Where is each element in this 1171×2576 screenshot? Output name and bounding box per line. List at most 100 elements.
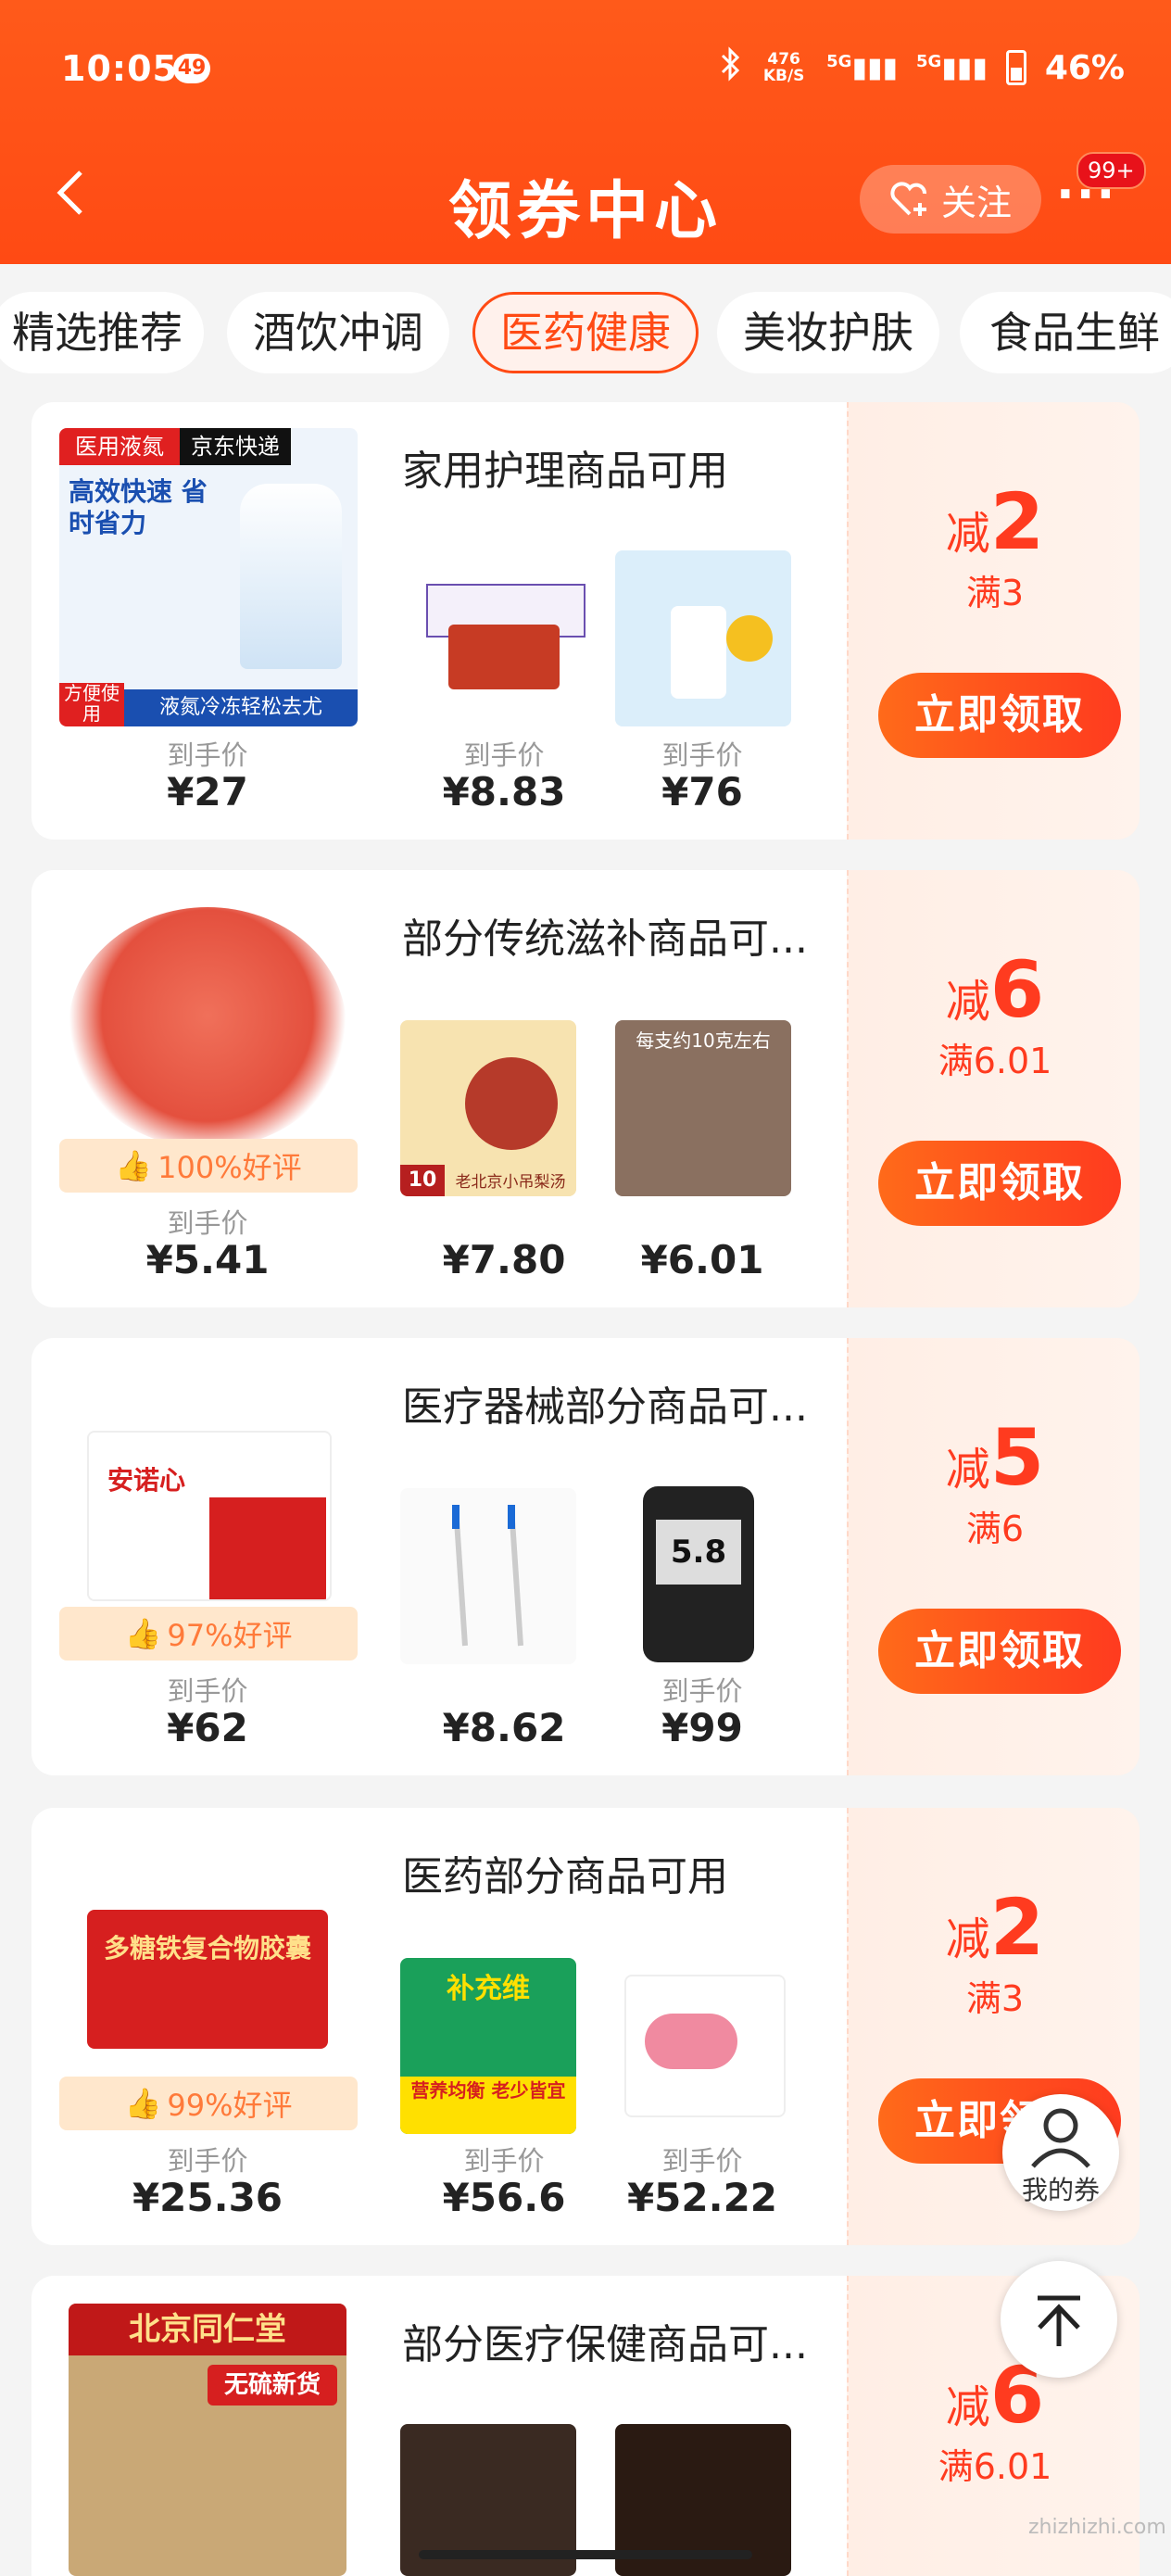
blister-pack-shape bbox=[448, 625, 560, 689]
price-label: 到手价 bbox=[167, 739, 248, 771]
product-image[interactable] bbox=[615, 550, 791, 726]
product-shape bbox=[465, 1057, 558, 1150]
product-image[interactable]: 10包 老北京小吊梨汤 bbox=[400, 1020, 576, 1196]
tab-jingxuan[interactable]: 精选推荐 bbox=[0, 292, 204, 373]
price-label: 到手价 bbox=[463, 739, 545, 771]
status-indicators: 476 KB/S 5G▮▮▮ 5G▮▮▮ 46% bbox=[719, 44, 1125, 91]
product-image[interactable]: 多糖铁复合物胶囊 bbox=[87, 1910, 328, 2049]
arrow-up-icon bbox=[1038, 2295, 1080, 2346]
nav-bar: 领券中心 关注 ··· 99+ bbox=[0, 139, 1171, 259]
price-label: 到手价 bbox=[463, 2145, 545, 2177]
product-name: 多糖铁复合物胶囊 bbox=[103, 1933, 311, 1964]
coupon-card[interactable]: 北京同仁堂 无硫新货 部分医疗保健商品可... 减6 满6.01 bbox=[31, 2276, 1140, 2576]
price-label: 到手价 bbox=[661, 739, 743, 771]
price-label: 到手价 bbox=[167, 1207, 248, 1239]
coupon-title: 部分传统滋补商品可... bbox=[402, 915, 808, 963]
tab-shipin[interactable]: 食品生鲜 bbox=[960, 292, 1171, 373]
product-price: ¥56.6 bbox=[442, 2175, 566, 2220]
discount-amount: 减5 bbox=[945, 1412, 1045, 1503]
tab-meizhuang[interactable]: 美妆护肤 bbox=[717, 292, 939, 373]
product-price: ¥27 bbox=[167, 769, 248, 814]
discount-condition: 满3 bbox=[965, 573, 1025, 613]
product-shape bbox=[645, 2014, 737, 2069]
coupon-card[interactable]: 👍100%好评 部分传统滋补商品可... 10包 老北京小吊梨汤 每支约10克左… bbox=[31, 870, 1140, 1307]
rating-badge: 👍 99%好评 bbox=[59, 2077, 358, 2130]
product-image[interactable] bbox=[69, 907, 346, 1148]
bluetooth-icon bbox=[719, 45, 741, 90]
coupon-products: 安诺心 👍 97%好评 医疗器械部分商品可... 5.8 到手价 ¥62 ¥8.6… bbox=[31, 1338, 847, 1775]
box-shape bbox=[209, 1497, 326, 1599]
claim-button[interactable]: 立即领取 bbox=[878, 1141, 1121, 1226]
product-image[interactable]: 北京同仁堂 无硫新货 bbox=[69, 2304, 346, 2576]
coupon-products: 医用液氮 京东快递 高效快速 省时省力 方便使用 液氮冷冻轻松去尤 家用护理商品… bbox=[31, 402, 847, 840]
battery-percent: 46% bbox=[1044, 48, 1125, 87]
price-label: 到手价 bbox=[167, 1675, 248, 1707]
tab-jiuyin[interactable]: 酒饮冲调 bbox=[227, 292, 449, 373]
user-icon bbox=[1031, 2108, 1090, 2168]
status-bar: 10:05 49 476 KB/S 5G▮▮▮ 5G▮▮▮ 46% bbox=[0, 0, 1171, 139]
claim-button[interactable]: 立即领取 bbox=[878, 1609, 1121, 1694]
coupon-title: 部分医疗保健商品可... bbox=[402, 2321, 808, 2368]
coupon-products: 北京同仁堂 无硫新货 部分医疗保健商品可... bbox=[31, 2276, 847, 2576]
follow-button[interactable]: 关注 bbox=[860, 165, 1041, 234]
coupon-products: 多糖铁复合物胶囊 👍 99%好评 医药部分商品可用 补充维 营养均衡 老少皆宜 到… bbox=[31, 1808, 847, 2245]
coupon-card[interactable]: 安诺心 👍 97%好评 医疗器械部分商品可... 5.8 到手价 ¥62 ¥8.6… bbox=[31, 1338, 1140, 1775]
product-brand: 北京同仁堂 bbox=[69, 2304, 346, 2355]
product-tag: 京东快递 bbox=[180, 428, 291, 465]
flower-shape bbox=[726, 615, 773, 662]
product-brand: 安诺心 bbox=[107, 1465, 186, 1496]
product-headline: 补充维 bbox=[447, 1973, 530, 2005]
product-price: ¥25.36 bbox=[132, 2175, 283, 2220]
product-banner: 液氮冷冻轻松去尤 bbox=[124, 689, 358, 726]
my-coupons-button[interactable]: 我的券 bbox=[1002, 2094, 1119, 2211]
product-image[interactable]: 医用液氮 京东快递 高效快速 省时省力 方便使用 液氮冷冻轻松去尤 bbox=[59, 428, 358, 726]
discount-condition: 满6 bbox=[965, 1509, 1025, 1549]
coupon-discount-panel: 减6 满6.01 立即领取 bbox=[847, 870, 1140, 1307]
product-price: ¥6.01 bbox=[640, 1237, 764, 1282]
product-price: ¥8.62 bbox=[442, 1705, 566, 1750]
product-image[interactable]: 安诺心 bbox=[87, 1431, 332, 1601]
spray-bottle-shape bbox=[240, 484, 342, 669]
back-to-top-button[interactable] bbox=[1001, 2261, 1117, 2378]
claim-button[interactable]: 立即领取 bbox=[878, 673, 1121, 758]
product-banner: 营养均衡 老少皆宜 bbox=[400, 2077, 576, 2134]
product-image[interactable]: 每支约10克左右 bbox=[615, 1020, 791, 1196]
app-header: 10:05 49 476 KB/S 5G▮▮▮ 5G▮▮▮ 46% 领券中心 关… bbox=[0, 0, 1171, 264]
thumbs-up-icon: 👍 bbox=[124, 1616, 162, 1651]
coupon-title: 医药部分商品可用 bbox=[402, 1853, 728, 1900]
product-caption: 每支约10克左右 bbox=[636, 1029, 771, 1052]
discount-amount: 减6 bbox=[945, 944, 1045, 1035]
follow-label: 关注 bbox=[940, 182, 1012, 223]
coupon-card[interactable]: 医用液氮 京东快递 高效快速 省时省力 方便使用 液氮冷冻轻松去尤 家用护理商品… bbox=[31, 402, 1140, 840]
product-price: ¥62 bbox=[167, 1705, 248, 1750]
discount-amount: 减2 bbox=[945, 1882, 1045, 1973]
status-time: 10:05 bbox=[61, 48, 178, 89]
product-tag: 老北京小吊梨汤 bbox=[445, 1168, 576, 1196]
product-price: ¥5.41 bbox=[145, 1237, 270, 1282]
discount-condition: 满6.01 bbox=[938, 2446, 1052, 2487]
product-image[interactable] bbox=[400, 1488, 576, 1664]
tab-yiyao[interactable]: 医药健康 bbox=[472, 292, 699, 373]
product-price: ¥76 bbox=[661, 769, 743, 814]
product-tag: 方便使用 bbox=[59, 683, 124, 726]
product-image[interactable]: 补充维 营养均衡 老少皆宜 bbox=[400, 1958, 576, 2134]
product-tag: 医用液氮 bbox=[59, 428, 180, 465]
product-headline: 高效快速 省时省力 bbox=[69, 476, 208, 538]
product-image[interactable]: 5.8 bbox=[643, 1486, 754, 1662]
cream-tube-shape bbox=[671, 606, 726, 699]
coupon-title: 医疗器械部分商品可... bbox=[402, 1383, 808, 1431]
thermometer-shape bbox=[452, 1505, 523, 1647]
home-indicator[interactable] bbox=[419, 2550, 752, 2559]
coupon-products: 👍100%好评 部分传统滋补商品可... 10包 老北京小吊梨汤 每支约10克左… bbox=[31, 870, 847, 1307]
notification-count-badge: 49 bbox=[173, 54, 210, 83]
product-image[interactable] bbox=[421, 550, 587, 726]
coupon-card[interactable]: 多糖铁复合物胶囊 👍 99%好评 医药部分商品可用 补充维 营养均衡 老少皆宜 到… bbox=[31, 1808, 1140, 2245]
network-speed: 476 KB/S bbox=[762, 50, 805, 85]
product-image[interactable] bbox=[624, 1975, 786, 2117]
coupon-discount-panel: 减5 满6 立即领取 bbox=[847, 1338, 1140, 1775]
discount-condition: 满3 bbox=[965, 1978, 1025, 2019]
my-coupons-label: 我的券 bbox=[1021, 2175, 1100, 2205]
signal-5g-icon: 5G▮▮▮ bbox=[826, 51, 898, 84]
discount-amount: 减2 bbox=[945, 476, 1045, 567]
coupon-title: 家用护理商品可用 bbox=[402, 448, 728, 495]
